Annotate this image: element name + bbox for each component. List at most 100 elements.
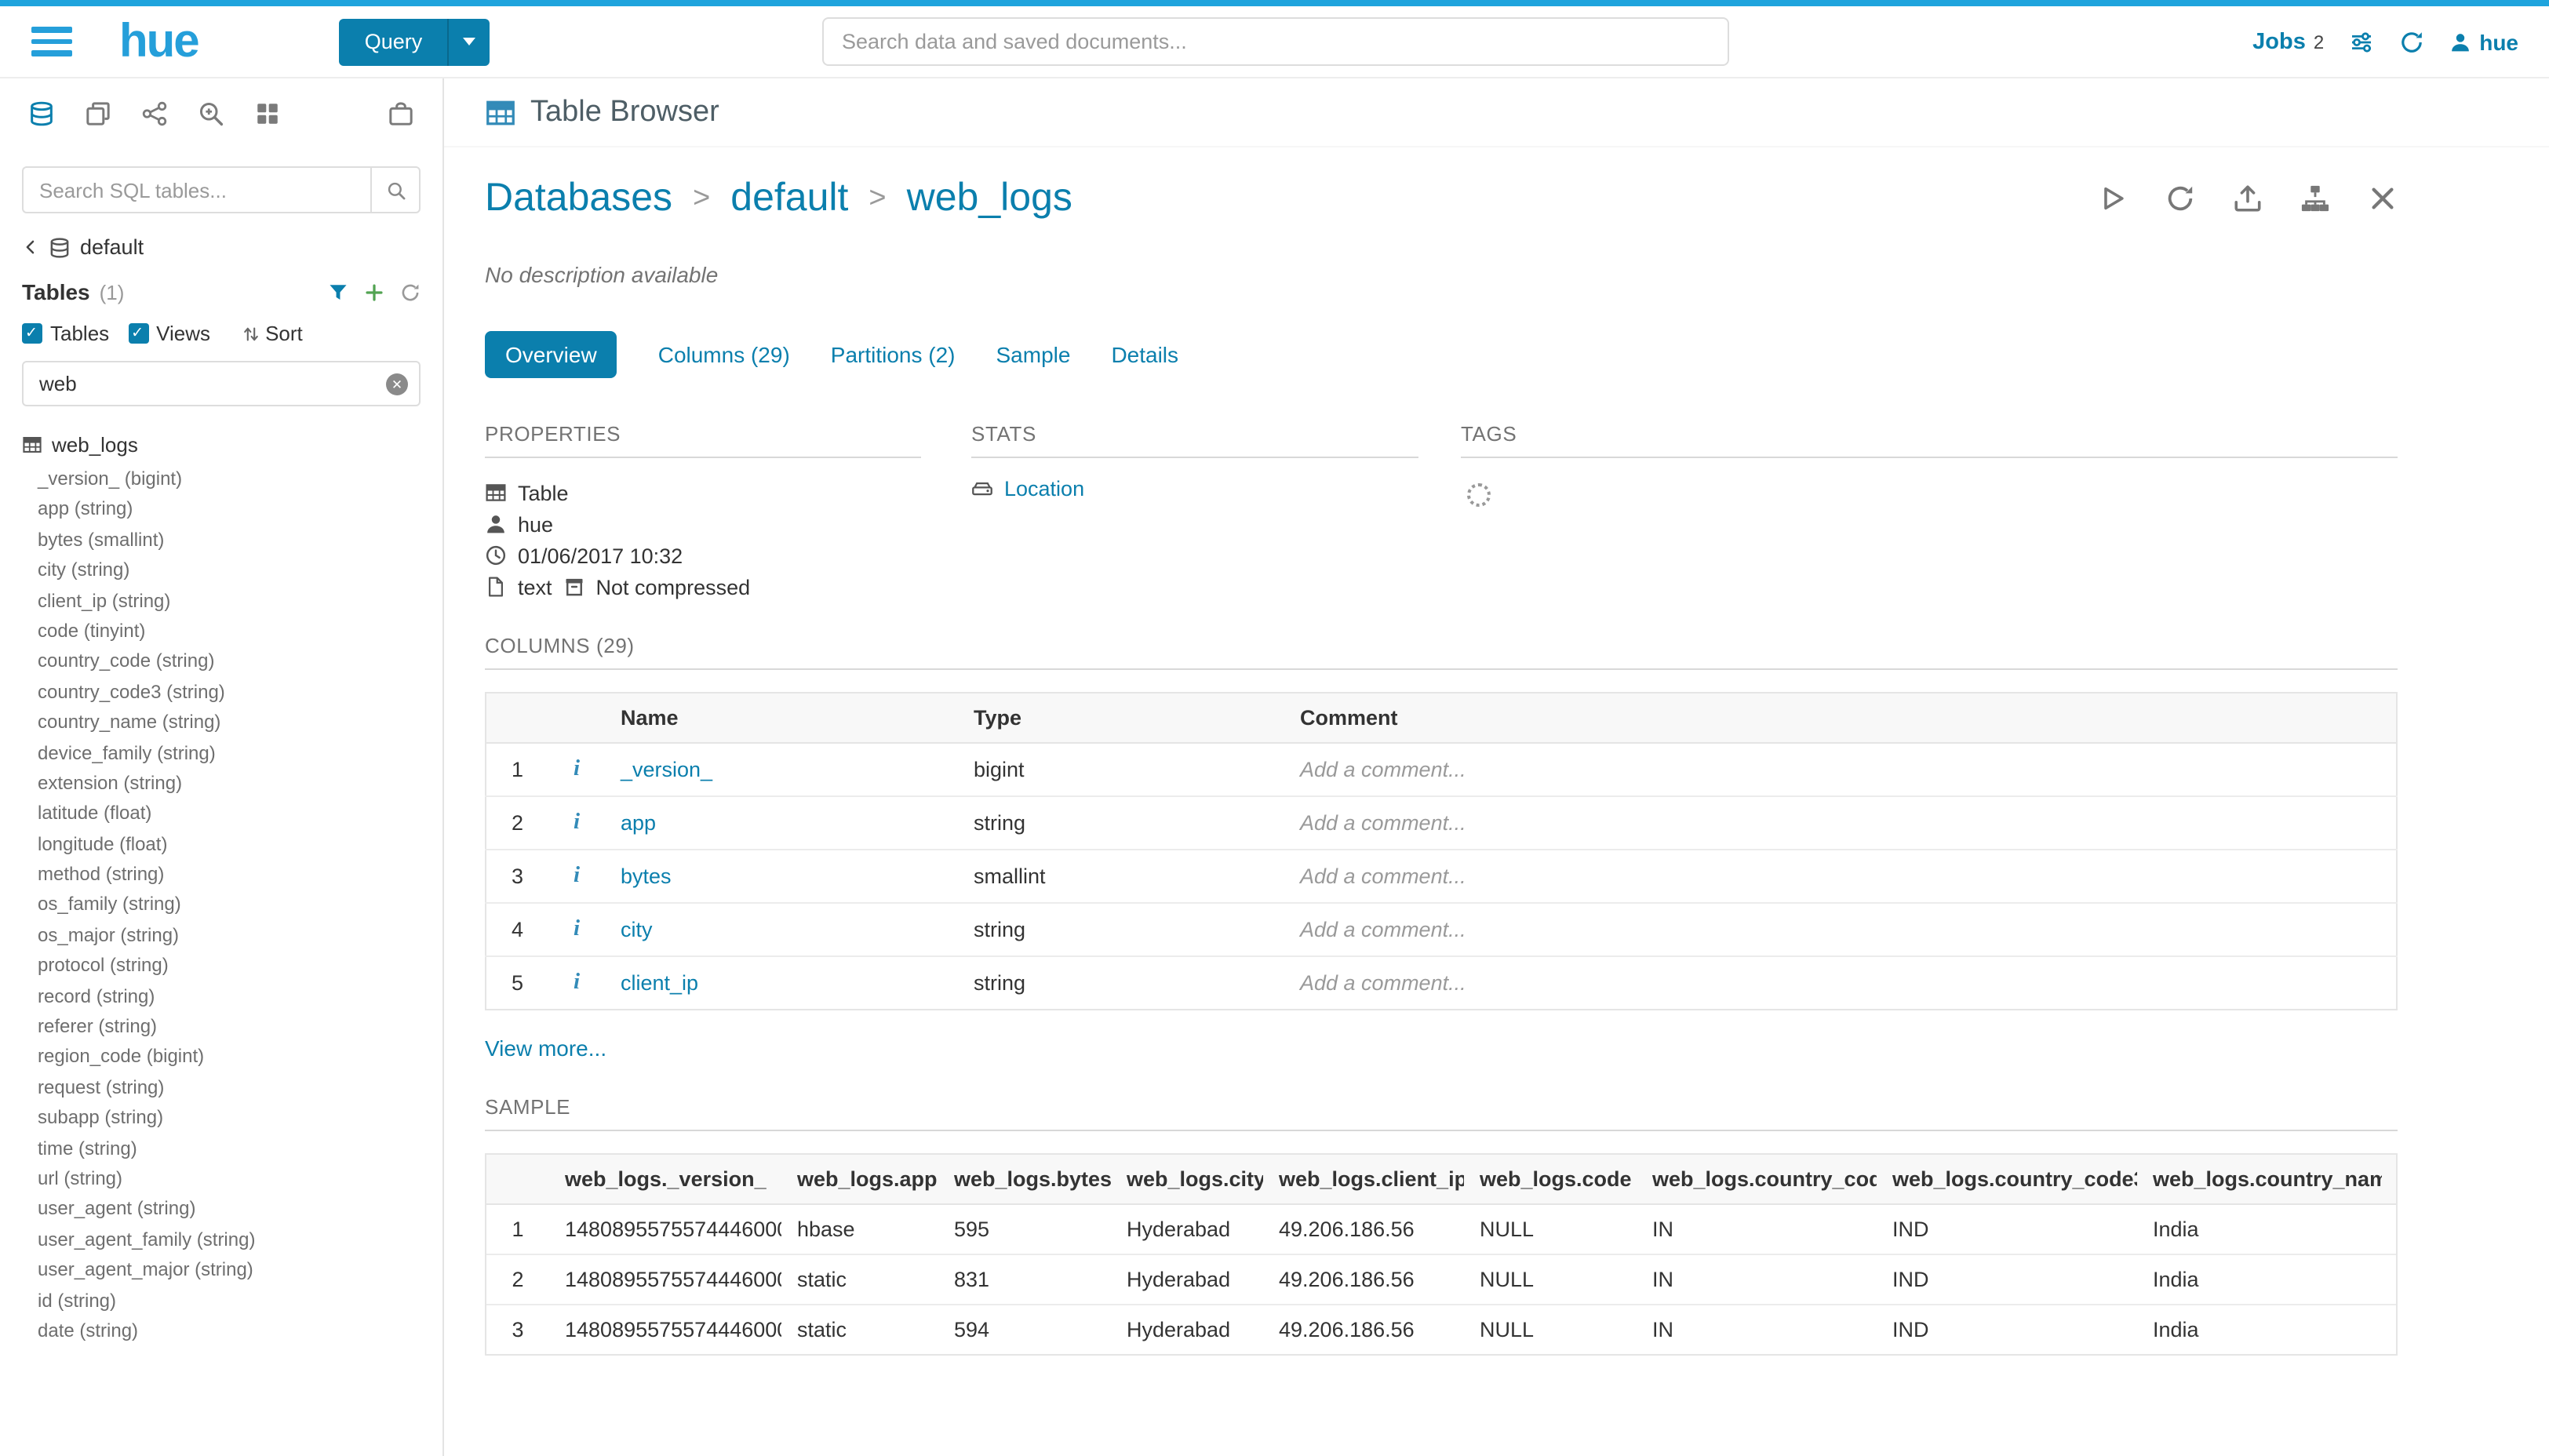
tree-column-item[interactable]: time (string): [0, 1134, 442, 1164]
tree-column-item[interactable]: record (string): [0, 981, 442, 1012]
upload-icon[interactable]: [2233, 184, 2263, 213]
info-icon[interactable]: [574, 863, 580, 888]
tree-column-item[interactable]: user_agent_family (string): [0, 1225, 442, 1256]
user-icon: [485, 513, 507, 535]
add-comment-field[interactable]: Add a comment...: [1284, 903, 2397, 956]
tree-column-item[interactable]: city (string): [0, 555, 442, 586]
tree-table-web-logs[interactable]: web_logs: [0, 428, 442, 460]
tab-sample[interactable]: Sample: [996, 342, 1071, 367]
add-comment-field[interactable]: Add a comment...: [1284, 743, 2397, 796]
column-name-link[interactable]: city: [621, 918, 653, 941]
tree-column-item[interactable]: os_family (string): [0, 890, 442, 921]
property-created-value: 01/06/2017 10:32: [518, 544, 683, 567]
add-icon[interactable]: [364, 282, 384, 302]
tree-column-item[interactable]: client_ip (string): [0, 586, 442, 617]
tree-column-item[interactable]: date (string): [0, 1316, 442, 1347]
copy-icon[interactable]: [85, 100, 111, 126]
info-icon[interactable]: [574, 756, 580, 781]
refresh-icon[interactable]: [2165, 184, 2195, 213]
tree-column-item[interactable]: longitude (float): [0, 829, 442, 860]
overview-meta: PROPERTIES Table hue: [485, 422, 2398, 602]
tab-partitions[interactable]: Partitions (2): [831, 342, 956, 367]
tab-columns[interactable]: Columns (29): [658, 342, 790, 367]
tree-column-item[interactable]: latitude (float): [0, 799, 442, 830]
table-structure-icon[interactable]: [2300, 184, 2330, 213]
tree-column-item[interactable]: app (string): [0, 495, 442, 526]
share-icon[interactable]: [141, 100, 168, 126]
tree-column-item[interactable]: os_major (string): [0, 921, 442, 952]
sidebar-search-input[interactable]: [22, 166, 370, 213]
user-menu[interactable]: hue: [2449, 29, 2518, 54]
tree-column-item[interactable]: protocol (string): [0, 952, 442, 982]
column-name-link[interactable]: app: [621, 811, 656, 835]
tree-column-item[interactable]: country_code (string): [0, 647, 442, 678]
hue-logo[interactable]: hue: [119, 18, 198, 65]
info-icon[interactable]: [574, 970, 580, 995]
global-search-input[interactable]: [821, 17, 1728, 66]
tree-column-item[interactable]: id (string): [0, 1286, 442, 1316]
info-icon[interactable]: [574, 810, 580, 835]
filter-funnel-icon[interactable]: [328, 282, 348, 302]
tree-column-item[interactable]: user_agent (string): [0, 1195, 442, 1225]
query-button-label[interactable]: Query: [340, 18, 448, 65]
tree-column-item[interactable]: region_code (bigint): [0, 1043, 442, 1073]
bag-icon[interactable]: [388, 100, 414, 126]
views-checkbox[interactable]: [128, 323, 148, 344]
play-icon[interactable]: [2098, 184, 2128, 213]
views-checkbox-label[interactable]: Views: [156, 322, 210, 345]
tree-column-item[interactable]: device_family (string): [0, 738, 442, 769]
column-name-link[interactable]: _version_: [621, 758, 712, 781]
breadcrumb-databases[interactable]: Databases: [485, 176, 672, 221]
tree-column-item[interactable]: subapp (string): [0, 1103, 442, 1134]
tables-checkbox-label[interactable]: Tables: [50, 322, 109, 345]
clear-filter-icon[interactable]: [386, 373, 408, 395]
database-name[interactable]: default: [80, 235, 144, 259]
tables-checkbox[interactable]: [22, 323, 42, 344]
tree-column-item[interactable]: bytes (smallint): [0, 526, 442, 556]
column-name-cell: bytes: [605, 850, 958, 903]
tree-column-item[interactable]: method (string): [0, 860, 442, 890]
sidebar-search-button[interactable]: [370, 166, 421, 213]
tree-table-label[interactable]: web_logs: [52, 432, 138, 456]
tree-column-item[interactable]: _version_ (bigint): [0, 464, 442, 495]
sort-button[interactable]: Sort: [242, 322, 303, 345]
query-dropdown-caret[interactable]: [447, 18, 490, 65]
column-name-link[interactable]: client_ip: [621, 971, 698, 995]
table-filter-input[interactable]: [22, 361, 421, 406]
tab-overview[interactable]: Overview: [485, 331, 617, 378]
tree-column-item[interactable]: user_agent_major (string): [0, 1255, 442, 1286]
info-icon[interactable]: [574, 916, 580, 941]
query-button[interactable]: Query: [340, 18, 490, 65]
sort-label: Sort: [265, 322, 303, 345]
hamburger-menu-icon[interactable]: [31, 27, 72, 56]
tree-column-item[interactable]: country_code3 (string): [0, 677, 442, 708]
view-more-link[interactable]: View more...: [485, 1036, 2398, 1061]
zoom-icon[interactable]: [198, 100, 224, 126]
database-breadcrumb[interactable]: default: [0, 213, 442, 259]
breadcrumb-default[interactable]: default: [730, 176, 848, 221]
column-name-link[interactable]: bytes: [621, 864, 672, 888]
info-cell: [548, 743, 605, 796]
grid-icon[interactable]: [254, 100, 281, 126]
tables-tree: web_logs _version_ (bigint)app (string)b…: [0, 428, 442, 1456]
database-icon[interactable]: [28, 100, 55, 126]
breadcrumb-web-logs[interactable]: web_logs: [907, 176, 1072, 221]
tree-column-item[interactable]: code (tinyint): [0, 617, 442, 647]
tree-column-item[interactable]: url (string): [0, 1164, 442, 1195]
jobs-link[interactable]: Jobs 2: [2252, 29, 2324, 54]
tree-column-item[interactable]: request (string): [0, 1073, 442, 1104]
tab-details[interactable]: Details: [1111, 342, 1178, 367]
refresh-icon[interactable]: [400, 282, 421, 302]
location-link[interactable]: Location: [1004, 477, 1084, 500]
add-comment-field[interactable]: Add a comment...: [1284, 850, 2397, 903]
chevron-left-icon[interactable]: [22, 238, 39, 256]
tree-column-item[interactable]: country_name (string): [0, 708, 442, 738]
close-icon[interactable]: [2368, 184, 2398, 213]
tree-column-item[interactable]: extension (string): [0, 769, 442, 799]
add-comment-field[interactable]: Add a comment...: [1284, 956, 2397, 1010]
add-comment-field[interactable]: Add a comment...: [1284, 796, 2397, 850]
history-icon[interactable]: [2399, 29, 2424, 54]
sample-cell: Hyderabad: [1111, 1254, 1263, 1305]
tree-column-item[interactable]: referer (string): [0, 1012, 442, 1043]
sliders-icon[interactable]: [2349, 29, 2374, 54]
